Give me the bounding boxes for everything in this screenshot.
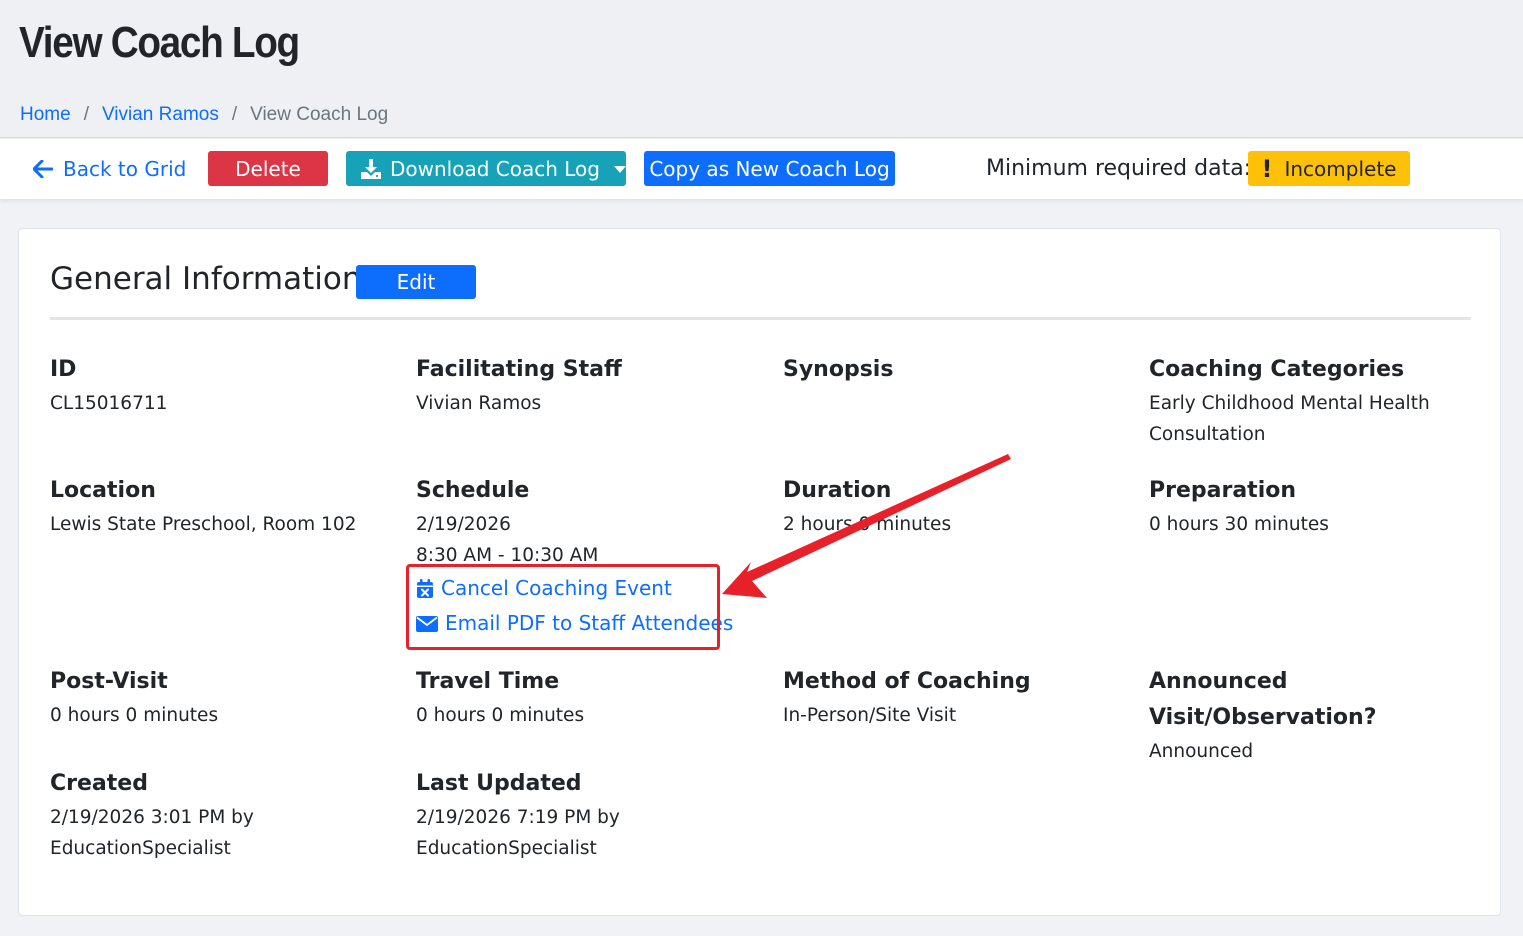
page-title: View Coach Log bbox=[19, 18, 300, 67]
field-label: Location bbox=[50, 478, 156, 503]
status-badge-label: Incomplete bbox=[1284, 156, 1397, 181]
field-value: 0 hours 30 minutes bbox=[1149, 514, 1329, 535]
field-synopsis: Synopsis bbox=[783, 352, 1123, 388]
field-label: Schedule bbox=[416, 478, 530, 503]
download-icon bbox=[361, 158, 381, 179]
field-label: Method of Coaching bbox=[783, 669, 1031, 694]
breadcrumb: Home / Vivian Ramos / View Coach Log bbox=[20, 104, 388, 126]
exclamation-icon: ! bbox=[1261, 154, 1273, 183]
toolbar: Back to Grid Delete Download Coach Log C… bbox=[0, 139, 1523, 199]
field-facilitating-staff: Facilitating Staff Vivian Ramos bbox=[416, 352, 756, 419]
field-label: ID bbox=[50, 357, 77, 382]
section-divider bbox=[50, 317, 1471, 320]
highlight-box bbox=[406, 564, 720, 650]
field-created: Created 2/19/2026 3:01 PM by EducationSp… bbox=[50, 766, 290, 864]
general-information-card: General Information Edit ID CL15016711 F… bbox=[18, 228, 1501, 916]
back-to-grid-link[interactable]: Back to Grid bbox=[33, 157, 186, 181]
status-badge: ! Incomplete bbox=[1248, 151, 1410, 186]
caret-down-icon bbox=[613, 166, 626, 173]
field-announced: Announced Visit/Observation? Announced bbox=[1149, 664, 1409, 767]
breadcrumb-current: View Coach Log bbox=[250, 104, 389, 125]
field-duration: Duration 2 hours 0 minutes bbox=[783, 473, 1123, 540]
field-value: Lewis State Preschool, Room 102 bbox=[50, 514, 357, 535]
download-coach-log-label: Download Coach Log bbox=[390, 156, 600, 181]
section-title: General Information bbox=[50, 261, 362, 297]
field-value: 2 hours 0 minutes bbox=[783, 514, 952, 535]
arrow-left-icon bbox=[33, 160, 53, 178]
field-value: 0 hours 0 minutes bbox=[416, 705, 585, 726]
delete-button[interactable]: Delete bbox=[208, 151, 328, 186]
field-value: 0 hours 0 minutes bbox=[50, 705, 219, 726]
breadcrumb-home[interactable]: Home bbox=[20, 104, 71, 126]
field-label: Preparation bbox=[1149, 478, 1297, 503]
field-method-of-coaching: Method of Coaching In-Person/Site Visit bbox=[783, 664, 1123, 731]
field-label: Last Updated bbox=[416, 771, 582, 796]
field-value: Early Childhood Mental Health Consultati… bbox=[1149, 393, 1430, 445]
field-location: Location Lewis State Preschool, Room 102 bbox=[50, 473, 390, 540]
field-label: Synopsis bbox=[783, 357, 894, 382]
field-label: Travel Time bbox=[416, 669, 560, 694]
schedule-date: 2/19/2026 bbox=[416, 514, 511, 535]
field-value: 2/19/2026 3:01 PM by EducationSpecialist bbox=[50, 807, 254, 859]
back-to-grid-label: Back to Grid bbox=[63, 157, 187, 181]
field-value: Vivian Ramos bbox=[416, 393, 542, 414]
breadcrumb-separator: / bbox=[83, 104, 89, 125]
field-value: In-Person/Site Visit bbox=[783, 705, 957, 726]
field-label: Coaching Categories bbox=[1149, 357, 1405, 382]
field-value: CL15016711 bbox=[50, 393, 168, 414]
field-last-updated: Last Updated 2/19/2026 7:19 PM by Educat… bbox=[416, 766, 656, 864]
download-coach-log-button[interactable]: Download Coach Log bbox=[346, 151, 626, 186]
field-label: Facilitating Staff bbox=[416, 357, 622, 382]
minimum-required-label: Minimum required data: bbox=[986, 156, 1252, 181]
field-value: 2/19/2026 7:19 PM by EducationSpecialist bbox=[416, 807, 620, 859]
edit-button[interactable]: Edit bbox=[356, 265, 476, 299]
field-label: Post-Visit bbox=[50, 669, 168, 694]
field-value: Announced bbox=[1149, 741, 1254, 762]
field-coaching-categories: Coaching Categories Early Childhood Ment… bbox=[1149, 352, 1469, 450]
page-header: View Coach Log Home / Vivian Ramos / Vie… bbox=[0, 0, 1523, 138]
breadcrumb-separator: / bbox=[231, 104, 238, 125]
field-post-visit: Post-Visit 0 hours 0 minutes bbox=[50, 664, 390, 731]
field-label: Duration bbox=[783, 478, 892, 503]
field-preparation: Preparation 0 hours 30 minutes bbox=[1149, 473, 1489, 540]
field-travel-time: Travel Time 0 hours 0 minutes bbox=[416, 664, 756, 731]
copy-as-new-coach-log-button[interactable]: Copy as New Coach Log bbox=[644, 151, 895, 186]
field-label: Created bbox=[50, 771, 148, 796]
field-label: Announced Visit/Observation? bbox=[1149, 669, 1377, 730]
field-id: ID CL15016711 bbox=[50, 352, 390, 419]
breadcrumb-vivian-ramos[interactable]: Vivian Ramos bbox=[102, 104, 219, 126]
